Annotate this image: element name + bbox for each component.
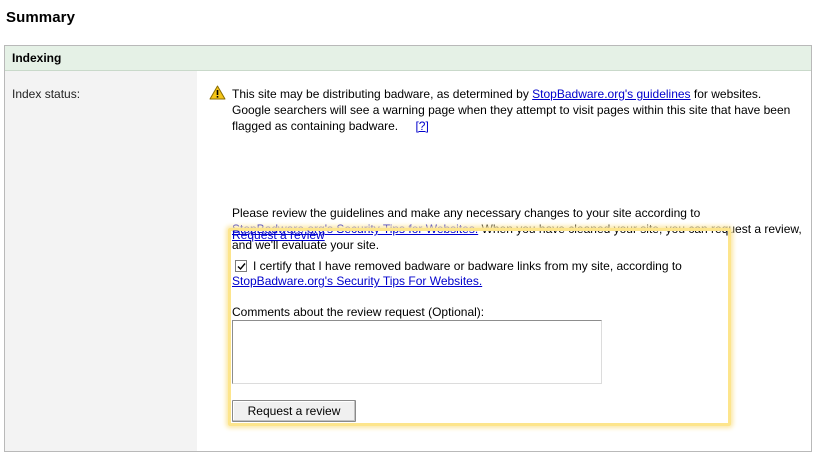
index-status-label: Index status: [12, 87, 81, 101]
status-text-1: This site may be distributing badware, a… [232, 87, 529, 101]
page-title: Summary [6, 9, 76, 26]
certify-security-tips-link[interactable]: StopBadware.org's Security Tips For Webs… [232, 274, 482, 288]
comments-textarea[interactable] [232, 320, 602, 384]
request-review-link[interactable]: Request a review [232, 228, 325, 242]
request-review-button[interactable]: Request a review [232, 400, 356, 422]
warning-triangle-icon [209, 85, 226, 100]
review-text-1: Please review the guidelines and make an… [232, 206, 701, 220]
label-column: Index status: [5, 71, 197, 451]
certify-text: I certify that I have removed badware or… [253, 259, 682, 273]
comments-label: Comments about the review request (Optio… [232, 305, 485, 319]
status-message: This site may be distributing badware, a… [232, 86, 797, 134]
guidelines-link[interactable]: StopBadware.org's guidelines [532, 87, 690, 101]
indexing-header: Indexing [5, 46, 811, 71]
checkmark-icon [237, 263, 246, 271]
certify-checkbox[interactable] [235, 260, 247, 272]
indexing-header-title: Indexing [12, 51, 62, 65]
help-link[interactable]: [?] [415, 119, 428, 133]
page: Summary Indexing Index status: This site… [0, 0, 819, 458]
certify-row: I certify that I have removed badware or… [232, 259, 722, 289]
